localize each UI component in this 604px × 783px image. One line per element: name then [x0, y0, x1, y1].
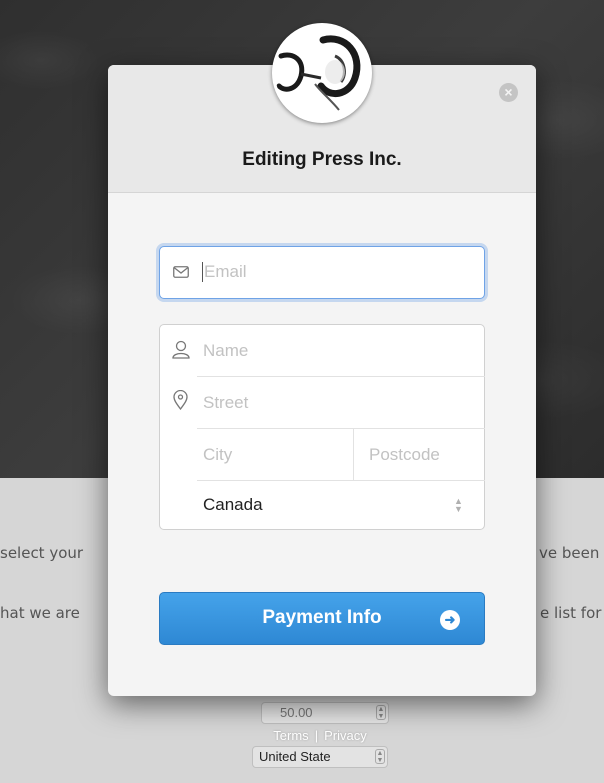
- background-amount-field[interactable]: 50.00 ▲ ▼: [261, 702, 389, 724]
- privacy-link[interactable]: Privacy: [324, 728, 367, 743]
- close-icon[interactable]: ×: [499, 83, 518, 102]
- person-icon: [172, 340, 190, 359]
- background-text-left-2: hat we are: [0, 604, 80, 622]
- modal-title: Editing Press Inc.: [242, 149, 402, 170]
- address-group: Name Street City Postcode Canada ▲ ▼: [159, 324, 485, 530]
- background-text-right-1: ve been: [539, 544, 600, 562]
- text-cursor: [202, 262, 203, 282]
- city-placeholder: City: [203, 445, 233, 464]
- postcode-placeholder: Postcode: [369, 445, 440, 464]
- location-pin-icon: [173, 390, 188, 410]
- modal-header: × Editing Press Inc.: [108, 23, 536, 193]
- street-field[interactable]: Street: [160, 377, 484, 428]
- payment-info-button[interactable]: Payment Info ➜: [159, 592, 485, 645]
- city-field[interactable]: City: [160, 429, 353, 480]
- eyeglasses-logo-icon: [275, 26, 369, 120]
- country-select[interactable]: Canada ▲ ▼: [160, 481, 484, 530]
- country-value: Canada: [203, 495, 263, 514]
- name-field[interactable]: Name: [160, 325, 484, 376]
- arrow-right-icon: ➜: [440, 610, 460, 630]
- street-placeholder: Street: [203, 393, 249, 412]
- stepper-icon: ▲ ▼: [376, 705, 386, 720]
- background-amount-value: 50.00: [280, 705, 313, 720]
- envelope-icon: [173, 266, 189, 278]
- background-country-value: United State: [259, 749, 331, 764]
- footer-links: Terms | Privacy: [250, 728, 390, 743]
- background-text-left-1: select your: [0, 544, 84, 562]
- background-text-right-2: e list for: [540, 604, 602, 622]
- company-logo: [272, 23, 372, 123]
- email-placeholder: Email: [204, 262, 247, 281]
- link-separator: |: [314, 728, 319, 743]
- background-country-select[interactable]: United State ▲ ▼: [252, 746, 388, 768]
- postcode-field[interactable]: Postcode: [354, 429, 485, 480]
- select-arrows-icon: ▲ ▼: [454, 496, 463, 514]
- select-arrows-icon: ▲ ▼: [375, 749, 385, 764]
- terms-link[interactable]: Terms: [273, 728, 308, 743]
- checkout-modal: × Editing Press Inc. Email Name Street C…: [108, 23, 536, 696]
- payment-info-label: Payment Info: [262, 607, 382, 628]
- name-placeholder: Name: [203, 341, 249, 360]
- email-field[interactable]: Email: [159, 246, 485, 299]
